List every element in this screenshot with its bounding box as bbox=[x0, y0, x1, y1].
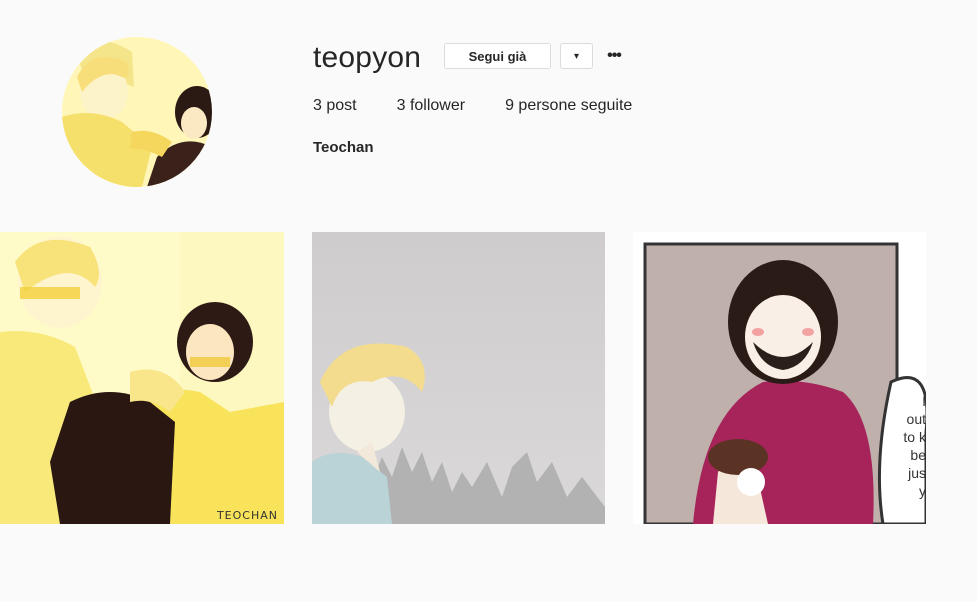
profile-stats: 3 post 3 follower 9 persone seguite bbox=[313, 97, 672, 115]
post-thumbnail-3[interactable]: I out to k be jus y bbox=[633, 232, 926, 524]
posts-count: 3 post bbox=[313, 97, 357, 114]
watermark-text: TEOCHAN bbox=[216, 509, 278, 522]
chevron-down-icon: ▾ bbox=[573, 50, 580, 62]
speech-line: jus bbox=[908, 465, 926, 481]
following-button[interactable]: Segui già bbox=[444, 43, 551, 69]
speech-line: y bbox=[919, 483, 926, 499]
post-3-image bbox=[633, 232, 926, 524]
post-thumbnail-2[interactable] bbox=[312, 232, 605, 524]
post-2-image bbox=[312, 232, 605, 524]
profile-username: teopyon bbox=[313, 41, 422, 74]
speech-line: out bbox=[906, 411, 926, 427]
followers-count[interactable]: 3 follower bbox=[397, 97, 465, 115]
avatar-illustration bbox=[62, 37, 212, 187]
post-1-image bbox=[0, 232, 284, 524]
profile-avatar[interactable] bbox=[62, 37, 212, 187]
following-count[interactable]: 9 persone seguite bbox=[505, 97, 632, 115]
speech-line: I bbox=[922, 393, 926, 409]
post-thumbnail-1[interactable]: TEOCHAN bbox=[0, 232, 284, 524]
speech-line: be bbox=[910, 447, 926, 463]
suggestions-dropdown-button[interactable]: ▾ bbox=[560, 43, 593, 69]
profile-full-name: Teochan bbox=[313, 139, 374, 156]
speech-bubble-text: I out to k be jus y bbox=[890, 392, 926, 500]
more-options-icon[interactable]: ••• bbox=[603, 45, 625, 67]
speech-line: to k bbox=[903, 429, 926, 445]
